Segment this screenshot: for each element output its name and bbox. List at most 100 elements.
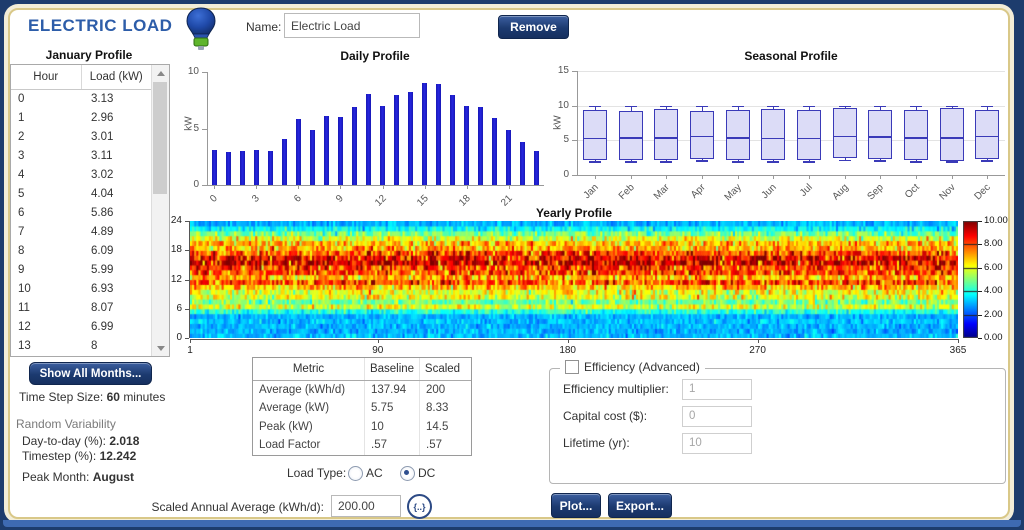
load-cell[interactable]: 5.99 bbox=[81, 261, 151, 280]
name-input[interactable] bbox=[284, 13, 420, 38]
metric-cell: 8.33 bbox=[420, 399, 465, 417]
scaled-annual-average-label: Scaled Annual Average (kWh/d): bbox=[140, 500, 324, 514]
load-cell[interactable]: 4.89 bbox=[81, 223, 151, 242]
metric-cell: Average (kWh/d) bbox=[253, 381, 365, 399]
hour-cell[interactable]: 6 bbox=[11, 204, 81, 223]
remove-button[interactable]: Remove bbox=[498, 15, 569, 39]
box-plot bbox=[761, 109, 785, 160]
hour-cell[interactable]: 4 bbox=[11, 166, 81, 185]
hour-cell[interactable]: 1 bbox=[11, 109, 81, 128]
table-body[interactable]: 03.1312.9623.0133.1143.0254.0465.8674.89… bbox=[11, 90, 151, 356]
bar bbox=[338, 117, 343, 185]
bar bbox=[436, 84, 441, 185]
load-cell[interactable]: 2.96 bbox=[81, 109, 151, 128]
table-row[interactable]: 33.11 bbox=[11, 147, 151, 166]
table-row[interactable]: 118.07 bbox=[11, 299, 151, 318]
hour-cell[interactable]: 0 bbox=[11, 90, 81, 109]
sensitivity-variable-button[interactable]: {..} bbox=[407, 494, 432, 519]
show-all-months-button[interactable]: Show All Months... bbox=[29, 362, 152, 385]
bar bbox=[240, 151, 245, 185]
metric-row: Average (kWh/d)137.94200 bbox=[253, 381, 471, 399]
bar bbox=[520, 142, 525, 185]
table-row[interactable]: 65.86 bbox=[11, 204, 151, 223]
load-cell[interactable]: 5.86 bbox=[81, 204, 151, 223]
metric-row: Load Factor.57.57 bbox=[253, 436, 471, 454]
capital-cost-label: Capital cost ($): bbox=[563, 409, 647, 423]
hour-cell[interactable]: 12 bbox=[11, 318, 81, 337]
hour-cell[interactable]: 8 bbox=[11, 242, 81, 261]
peak-month: Peak Month: August bbox=[22, 470, 134, 484]
window-bottom-edge bbox=[3, 520, 1021, 527]
whisker-cap bbox=[874, 106, 886, 108]
plot-button[interactable]: Plot... bbox=[551, 493, 601, 518]
y-tick-label: 0 bbox=[547, 169, 569, 180]
x-tick bbox=[214, 185, 215, 189]
whisker-cap bbox=[589, 106, 601, 108]
y-tick bbox=[202, 129, 207, 130]
scrollbar-thumb[interactable] bbox=[153, 82, 167, 194]
scroll-down-arrow-icon[interactable] bbox=[152, 340, 169, 356]
table-scrollbar[interactable] bbox=[151, 65, 169, 356]
table-row[interactable]: 74.89 bbox=[11, 223, 151, 242]
x-tick bbox=[916, 175, 917, 179]
metric-cell: 137.94 bbox=[365, 381, 420, 399]
y-axis-line bbox=[577, 71, 578, 175]
y-tick-label: 10 bbox=[177, 66, 199, 77]
hour-cell[interactable]: 13 bbox=[11, 337, 81, 356]
load-cell[interactable]: 6.93 bbox=[81, 280, 151, 299]
table-row[interactable]: 138 bbox=[11, 337, 151, 356]
y-tick-label: 0 bbox=[177, 179, 199, 190]
table-row[interactable]: 54.04 bbox=[11, 185, 151, 204]
efficiency-advanced-checkbox[interactable] bbox=[565, 360, 579, 374]
hour-cell[interactable]: 3 bbox=[11, 147, 81, 166]
table-row[interactable]: 43.02 bbox=[11, 166, 151, 185]
whisker-cap bbox=[839, 160, 851, 162]
load-type-label: Load Type: bbox=[287, 466, 346, 480]
hour-cell[interactable]: 2 bbox=[11, 128, 81, 147]
x-tick bbox=[666, 175, 667, 179]
column-header-load: Load (kW) bbox=[82, 65, 152, 89]
yearly-profile-heatmap bbox=[190, 221, 958, 338]
load-type-radio-ac[interactable] bbox=[348, 466, 363, 481]
table-row[interactable]: 12.96 bbox=[11, 109, 151, 128]
table-row[interactable]: 126.99 bbox=[11, 318, 151, 337]
hour-cell[interactable]: 9 bbox=[11, 261, 81, 280]
page-title: ELECTRIC LOAD bbox=[28, 16, 172, 36]
load-cell[interactable]: 6.99 bbox=[81, 318, 151, 337]
table-row[interactable]: 106.93 bbox=[11, 280, 151, 299]
hour-cell[interactable]: 5 bbox=[11, 185, 81, 204]
yearly-profile-title: Yearly Profile bbox=[190, 206, 958, 220]
metric-cell: Load Factor bbox=[253, 436, 365, 454]
load-type-radio-dc[interactable] bbox=[400, 466, 415, 481]
hour-cell[interactable]: 10 bbox=[11, 280, 81, 299]
load-cell[interactable]: 6.09 bbox=[81, 242, 151, 261]
hour-cell[interactable]: 7 bbox=[11, 223, 81, 242]
x-tick bbox=[987, 175, 988, 179]
scroll-up-arrow-icon[interactable] bbox=[152, 65, 169, 81]
load-cell[interactable]: 3.11 bbox=[81, 147, 151, 166]
metric-cell: 14.5 bbox=[420, 418, 465, 436]
table-row[interactable]: 23.01 bbox=[11, 128, 151, 147]
load-cell[interactable]: 8.07 bbox=[81, 299, 151, 318]
whisker-cap bbox=[660, 106, 672, 108]
bar bbox=[310, 130, 315, 185]
load-cell[interactable]: 3.02 bbox=[81, 166, 151, 185]
export-button[interactable]: Export... bbox=[608, 493, 672, 518]
whisker-cap bbox=[625, 106, 637, 108]
scaled-annual-average-input[interactable] bbox=[331, 495, 401, 517]
hour-cell[interactable]: 11 bbox=[11, 299, 81, 318]
load-cell[interactable]: 3.01 bbox=[81, 128, 151, 147]
load-cell[interactable]: 3.13 bbox=[81, 90, 151, 109]
efficiency-multiplier-input: 1 bbox=[682, 379, 752, 400]
bar bbox=[506, 130, 511, 185]
bar bbox=[226, 152, 231, 185]
table-row[interactable]: 95.99 bbox=[11, 261, 151, 280]
table-row[interactable]: 86.09 bbox=[11, 242, 151, 261]
load-type-ac-label: AC bbox=[366, 466, 383, 480]
january-profile-table[interactable]: Hour Load (kW) 03.1312.9623.0133.1143.02… bbox=[10, 64, 170, 357]
load-cell[interactable]: 4.04 bbox=[81, 185, 151, 204]
bar bbox=[324, 116, 329, 185]
box-plot bbox=[654, 109, 678, 160]
load-cell[interactable]: 8 bbox=[81, 337, 151, 356]
table-row[interactable]: 03.13 bbox=[11, 90, 151, 109]
